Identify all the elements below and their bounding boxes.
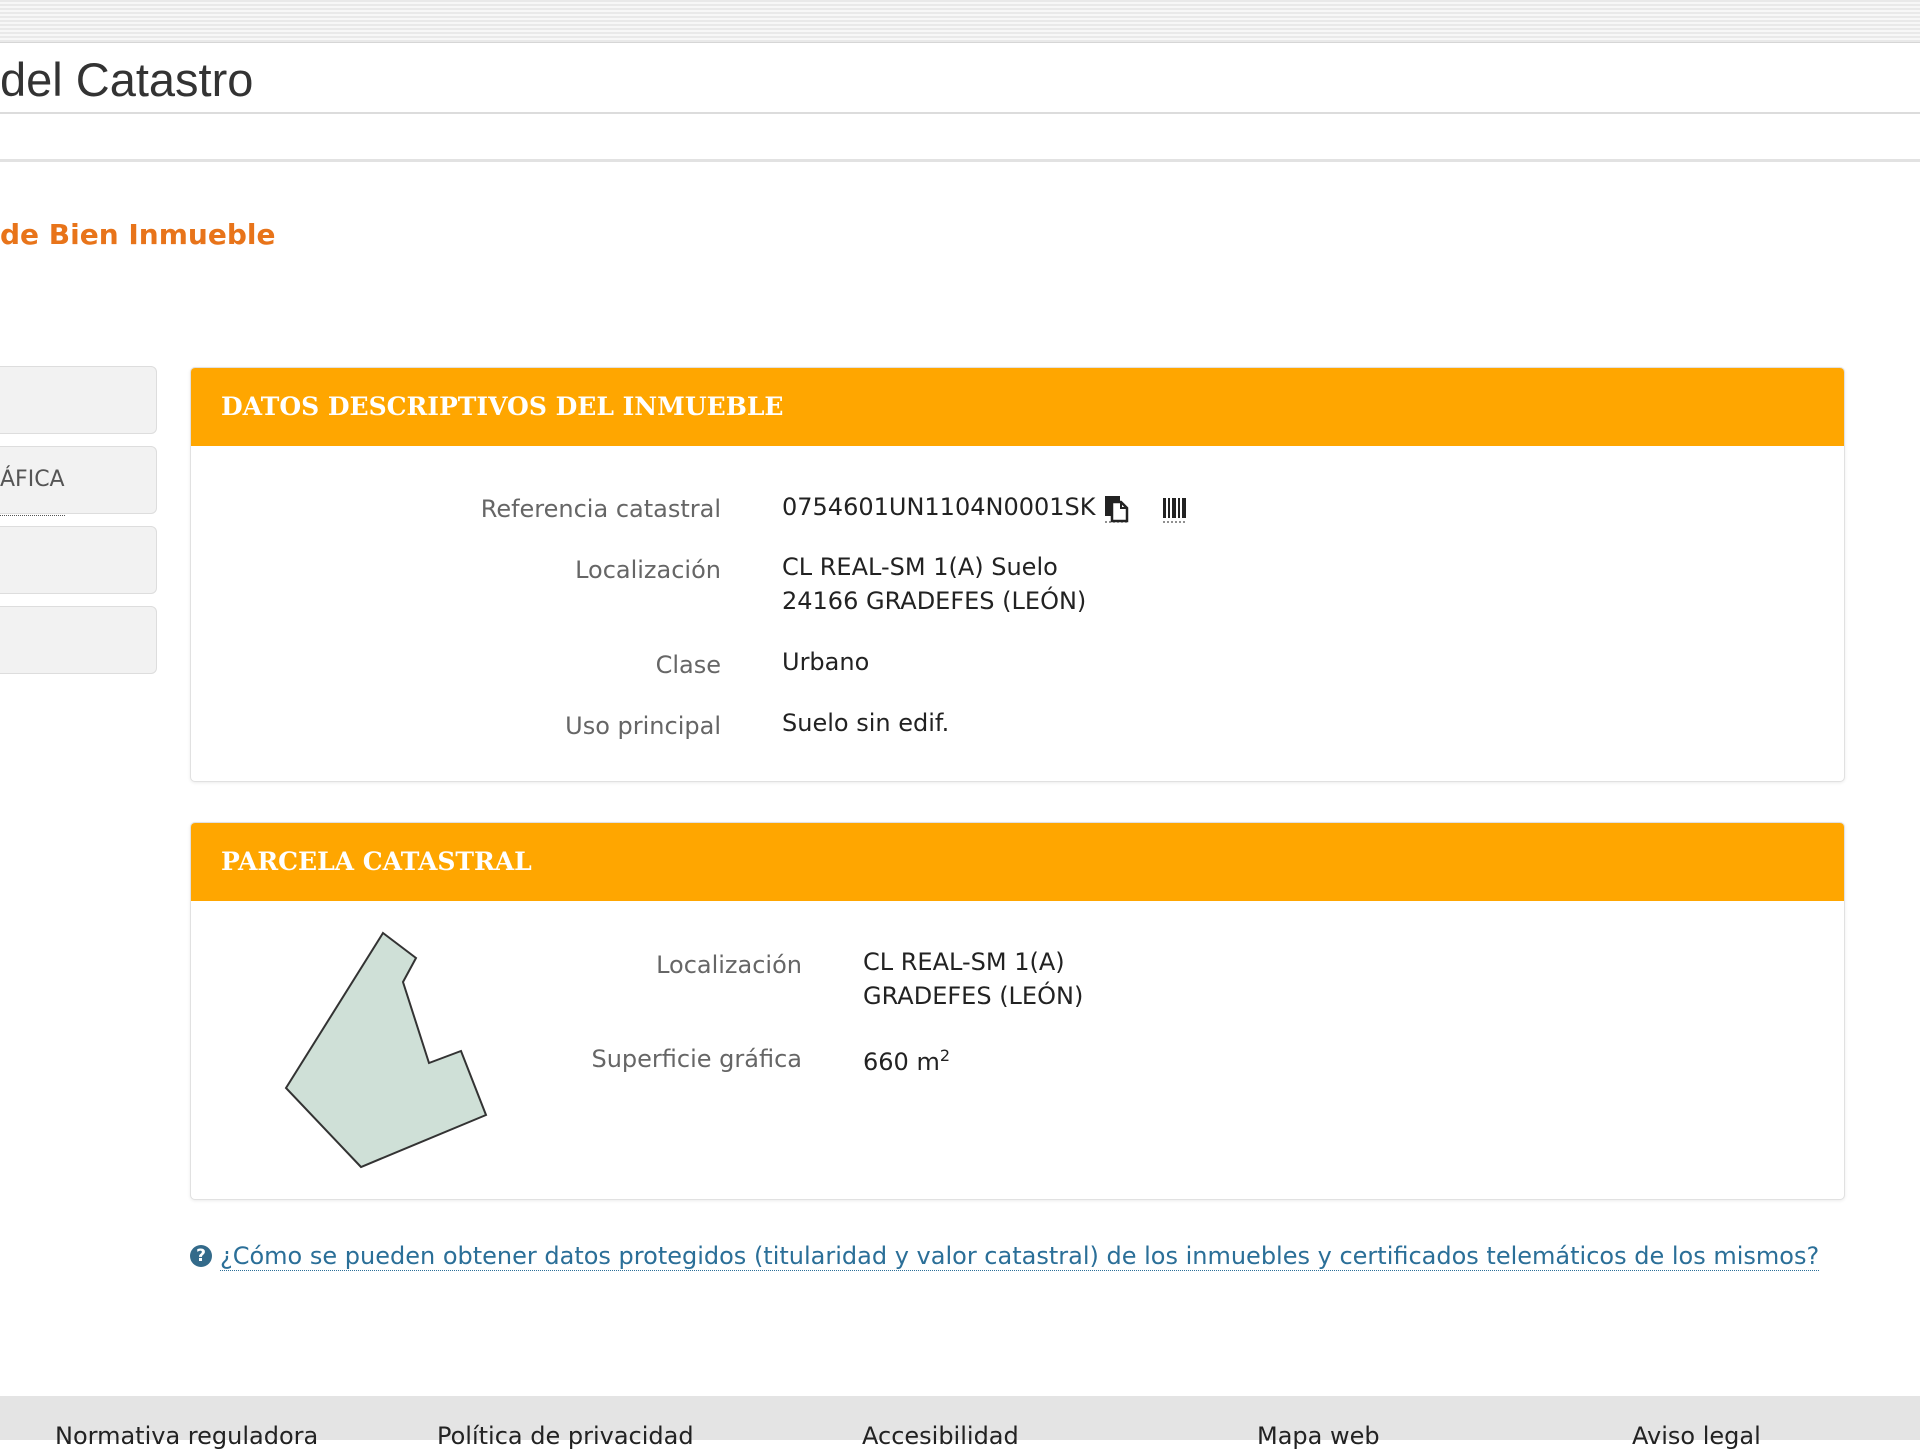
localizacion-line1: CL REAL-SM 1(A) Suelo [782, 553, 1058, 581]
parcela-localizacion-line1: CL REAL-SM 1(A) [863, 948, 1065, 976]
side-tab-label: ÁFICA [0, 447, 65, 516]
help-line: ? ¿Cómo se pueden obtener datos protegido… [190, 1242, 1820, 1271]
side-tab-4[interactable] [0, 606, 157, 674]
top-stripe [0, 0, 1920, 43]
footer-link-privacidad[interactable]: Política de privacidad [437, 1422, 694, 1450]
superficie-value: 660 m2 [863, 1039, 950, 1079]
question-icon: ? [190, 1245, 212, 1267]
parcela-panel: PARCELA CATASTRAL Localización CL REAL-S… [190, 822, 1845, 1200]
parcela-panel-title: PARCELA CATASTRAL [191, 823, 1844, 901]
site-title: del Catastro [0, 53, 254, 106]
superficie-unit-exponent: 2 [939, 1046, 951, 1065]
localizacion-label: Localización [575, 556, 721, 584]
barcode-icon[interactable] [1161, 496, 1189, 528]
help-link[interactable]: ¿Cómo se pueden obtener datos protegidos… [220, 1242, 1820, 1271]
side-tab-3[interactable] [0, 526, 157, 594]
parcela-localizacion-label: Localización [656, 951, 802, 979]
superficie-number: 660 m [863, 1048, 940, 1076]
footer-link-normativa[interactable]: Normativa reguladora [55, 1422, 318, 1450]
superficie-label: Superficie gráfica [591, 1045, 802, 1073]
uso-label: Uso principal [565, 712, 721, 740]
clase-value: Urbano [782, 648, 870, 676]
header-divider-lower [0, 159, 1920, 162]
uso-value: Suelo sin edif. [782, 709, 950, 737]
page-heading: de Bien Inmueble [0, 218, 276, 251]
header-divider [0, 112, 1920, 114]
clase-label: Clase [655, 651, 721, 679]
side-tab-cartografica[interactable]: ÁFICA [0, 446, 157, 516]
ref-value: 0754601UN1104N0001SK [782, 493, 1096, 521]
inmueble-panel-title: DATOS DESCRIPTIVOS DEL INMUEBLE [191, 368, 1844, 446]
parcel-shape[interactable] [281, 923, 521, 1173]
side-tab-1[interactable] [0, 366, 157, 434]
copy-icon[interactable] [1103, 494, 1131, 528]
footer: Normativa reguladora Política de privaci… [0, 1396, 1920, 1450]
footer-link-aviso-legal[interactable]: Aviso legal [1632, 1422, 1761, 1450]
footer-link-accesibilidad[interactable]: Accesibilidad [862, 1422, 1019, 1450]
localizacion-line2: 24166 GRADEFES (LEÓN) [782, 587, 1087, 615]
parcela-localizacion-line2: GRADEFES (LEÓN) [863, 982, 1084, 1010]
ref-label: Referencia catastral [480, 495, 721, 523]
inmueble-panel: DATOS DESCRIPTIVOS DEL INMUEBLE Referenc… [190, 367, 1845, 782]
footer-link-mapa-web[interactable]: Mapa web [1257, 1422, 1380, 1450]
